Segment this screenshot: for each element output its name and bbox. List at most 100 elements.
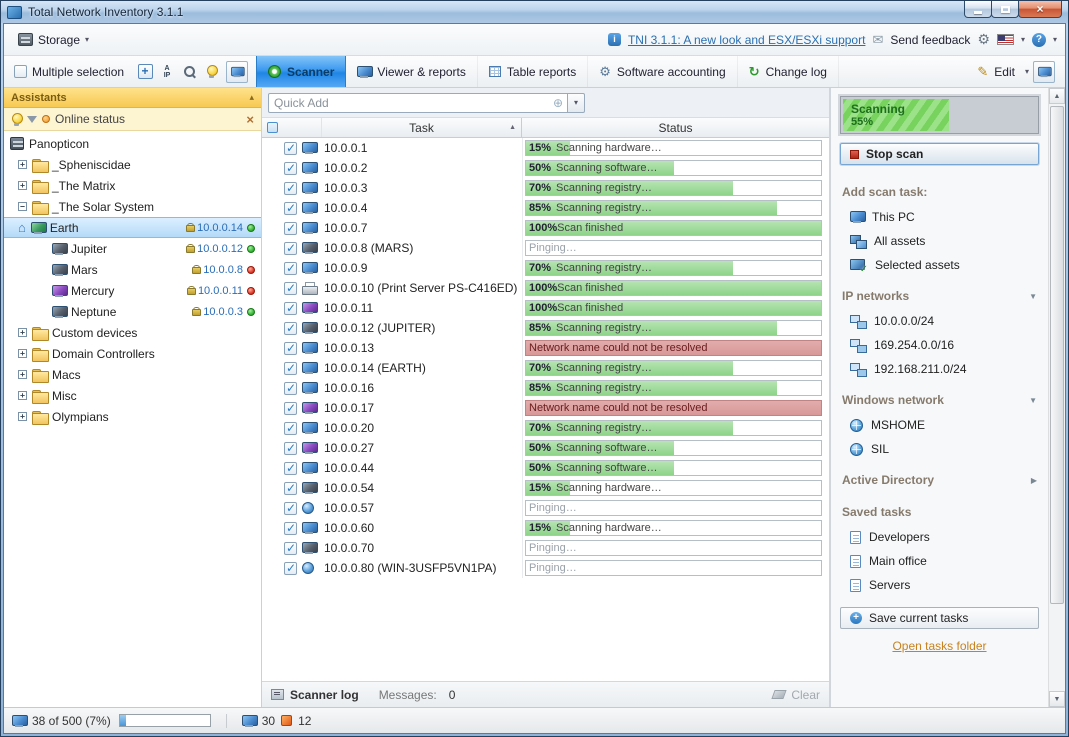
task-column-header[interactable]: Task ▲ [322, 118, 522, 137]
task-row-10-0-0-8-mars[interactable]: 10.0.0.8 (MARS)Pinging… [262, 238, 829, 258]
task-checkbox[interactable] [284, 282, 297, 295]
quick-add-field[interactable]: ⊕ [268, 93, 568, 113]
sort-button[interactable]: AIP [156, 61, 178, 83]
scan-task-selected-assets[interactable]: Selected assets [840, 253, 1039, 277]
close-icon[interactable]: × [246, 112, 254, 127]
assistants-header[interactable]: Assistants ▴ [4, 88, 261, 108]
titlebar[interactable]: Total Network Inventory 3.1.1 × [1, 1, 1068, 23]
quick-add-dropdown[interactable]: ▾ [568, 93, 585, 113]
status-column-header[interactable]: Status [522, 118, 829, 137]
task-checkbox[interactable] [284, 542, 297, 555]
tab-scanner[interactable]: Scanner [256, 56, 346, 87]
task-row-10-0-0-70[interactable]: 10.0.0.70Pinging… [262, 538, 829, 558]
scan-task-this-pc[interactable]: This PC [840, 205, 1039, 229]
tree-item-domain-controllers[interactable]: +Domain Controllers [4, 343, 261, 364]
maximize-button[interactable] [991, 1, 1019, 18]
select-all-header[interactable] [262, 118, 322, 137]
task-row-10-0-0-3[interactable]: 10.0.0.370%Scanning registry… [262, 178, 829, 198]
scan-task-all-assets[interactable]: All assets [840, 229, 1039, 253]
multiple-selection-checkbox[interactable] [14, 65, 27, 78]
add-button[interactable]: + [134, 61, 156, 83]
collapse-icon[interactable]: − [18, 202, 27, 211]
task-checkbox[interactable] [284, 562, 297, 575]
task-checkbox[interactable] [284, 242, 297, 255]
saved-task-developers[interactable]: Developers [840, 525, 1039, 549]
search-button[interactable] [178, 61, 200, 83]
task-row-10-0-0-17[interactable]: 10.0.0.17Network name could not be resol… [262, 398, 829, 418]
tree-item-panopticon[interactable]: Panopticon [4, 133, 261, 154]
tree-item-mercury[interactable]: Mercury10.0.0.11 [4, 280, 261, 301]
scan-window-button[interactable] [226, 61, 248, 83]
task-row-10-0-0-54[interactable]: 10.0.0.5415%Scanning hardware… [262, 478, 829, 498]
quick-add-input[interactable] [269, 96, 553, 110]
ip-network-10-0-0-0-24[interactable]: 10.0.0.0/24 [840, 309, 1039, 333]
task-row-10-0-0-4[interactable]: 10.0.0.485%Scanning registry… [262, 198, 829, 218]
ip-networks-header[interactable]: IP networks ▼ [842, 289, 1037, 303]
language-dropdown-icon[interactable]: ▾ [1021, 35, 1025, 44]
ip-network-192-168-211-0-24[interactable]: 192.168.211.0/24 [840, 357, 1039, 381]
tree-item-mars[interactable]: Mars10.0.0.8 [4, 259, 261, 280]
active-directory-header[interactable]: Active Directory ▶ [842, 473, 1037, 487]
task-row-10-0-0-60[interactable]: 10.0.0.6015%Scanning hardware… [262, 518, 829, 538]
language-flag-icon[interactable] [997, 34, 1014, 45]
task-checkbox[interactable] [284, 222, 297, 235]
task-row-10-0-0-7[interactable]: 10.0.0.7100%Scan finished [262, 218, 829, 238]
close-button[interactable]: × [1018, 1, 1062, 18]
tree-item-olympians[interactable]: +Olympians [4, 406, 261, 427]
tab-software-accounting[interactable]: ⚙ Software accounting [588, 56, 737, 87]
task-checkbox[interactable] [284, 142, 297, 155]
vertical-scrollbar[interactable]: ▲ ▼ [1048, 88, 1065, 707]
gear-icon[interactable]: ⚙ [977, 31, 990, 48]
task-checkbox[interactable] [284, 362, 297, 375]
task-row-10-0-0-1[interactable]: 10.0.0.115%Scanning hardware… [262, 138, 829, 158]
windows-network-header[interactable]: Windows network ▼ [842, 393, 1037, 407]
minimize-button[interactable] [964, 1, 992, 18]
task-row-10-0-0-20[interactable]: 10.0.0.2070%Scanning registry… [262, 418, 829, 438]
edit-dropdown-icon[interactable]: ▾ [1025, 67, 1029, 76]
assistants-button[interactable] [200, 61, 222, 83]
scroll-down-button[interactable]: ▼ [1049, 691, 1065, 707]
quick-add-plus-icon[interactable]: ⊕ [553, 96, 567, 110]
task-checkbox[interactable] [284, 402, 297, 415]
news-link[interactable]: TNI 3.1.1: A new look and ESX/ESXi suppo… [628, 33, 865, 47]
storage-menu[interactable]: Storage ▾ [12, 30, 95, 50]
saved-task-servers[interactable]: Servers [840, 573, 1039, 597]
expand-icon[interactable]: + [18, 181, 27, 190]
tree-item-earth[interactable]: ⌂Earth10.0.0.14 [4, 217, 261, 238]
task-checkbox[interactable] [284, 322, 297, 335]
tree-item-macs[interactable]: +Macs [4, 364, 261, 385]
task-checkbox[interactable] [284, 162, 297, 175]
tree-item-neptune[interactable]: Neptune10.0.0.3 [4, 301, 261, 322]
expand-icon[interactable]: + [18, 370, 27, 379]
expand-icon[interactable]: + [18, 160, 27, 169]
multiple-selection-toggle[interactable]: Multiple selection [14, 65, 124, 79]
help-dropdown-icon[interactable]: ▾ [1053, 35, 1057, 44]
saved-task-main-office[interactable]: Main office [840, 549, 1039, 573]
ip-network-169-254-0-0-16[interactable]: 169.254.0.0/16 [840, 333, 1039, 357]
task-checkbox[interactable] [284, 262, 297, 275]
open-tasks-folder-link[interactable]: Open tasks folder [892, 639, 986, 653]
tree-item-spheniscidae[interactable]: +_Spheniscidae [4, 154, 261, 175]
task-checkbox[interactable] [284, 202, 297, 215]
windows-network-mshome[interactable]: MSHOME [840, 413, 1039, 437]
task-checkbox[interactable] [284, 502, 297, 515]
task-row-10-0-0-44[interactable]: 10.0.0.4450%Scanning software… [262, 458, 829, 478]
task-checkbox[interactable] [284, 342, 297, 355]
tree-item-misc[interactable]: +Misc [4, 385, 261, 406]
task-row-10-0-0-13[interactable]: 10.0.0.13Network name could not be resol… [262, 338, 829, 358]
task-row-10-0-0-11[interactable]: 10.0.0.11100%Scan finished [262, 298, 829, 318]
tab-edit[interactable]: ✎ Edit [967, 56, 1025, 87]
tree-item-jupiter[interactable]: Jupiter10.0.0.12 [4, 238, 261, 259]
task-checkbox[interactable] [284, 522, 297, 535]
tree-item-the-matrix[interactable]: +_The Matrix [4, 175, 261, 196]
expand-icon[interactable]: + [18, 349, 27, 358]
task-checkbox[interactable] [284, 462, 297, 475]
save-current-tasks-button[interactable]: + Save current tasks [840, 607, 1039, 629]
task-row-10-0-0-27[interactable]: 10.0.0.2750%Scanning software… [262, 438, 829, 458]
task-row-10-0-0-9[interactable]: 10.0.0.970%Scanning registry… [262, 258, 829, 278]
task-row-10-0-0-10-print-server-ps-c416ed[interactable]: 10.0.0.10 (Print Server PS-C416ED)100%Sc… [262, 278, 829, 298]
scrollbar-thumb[interactable] [1050, 106, 1064, 604]
task-row-10-0-0-12-jupiter[interactable]: 10.0.0.12 (JUPITER)85%Scanning registry… [262, 318, 829, 338]
task-row-10-0-0-14-earth[interactable]: 10.0.0.14 (EARTH)70%Scanning registry… [262, 358, 829, 378]
tab-change-log[interactable]: ↻ Change log [738, 56, 839, 87]
